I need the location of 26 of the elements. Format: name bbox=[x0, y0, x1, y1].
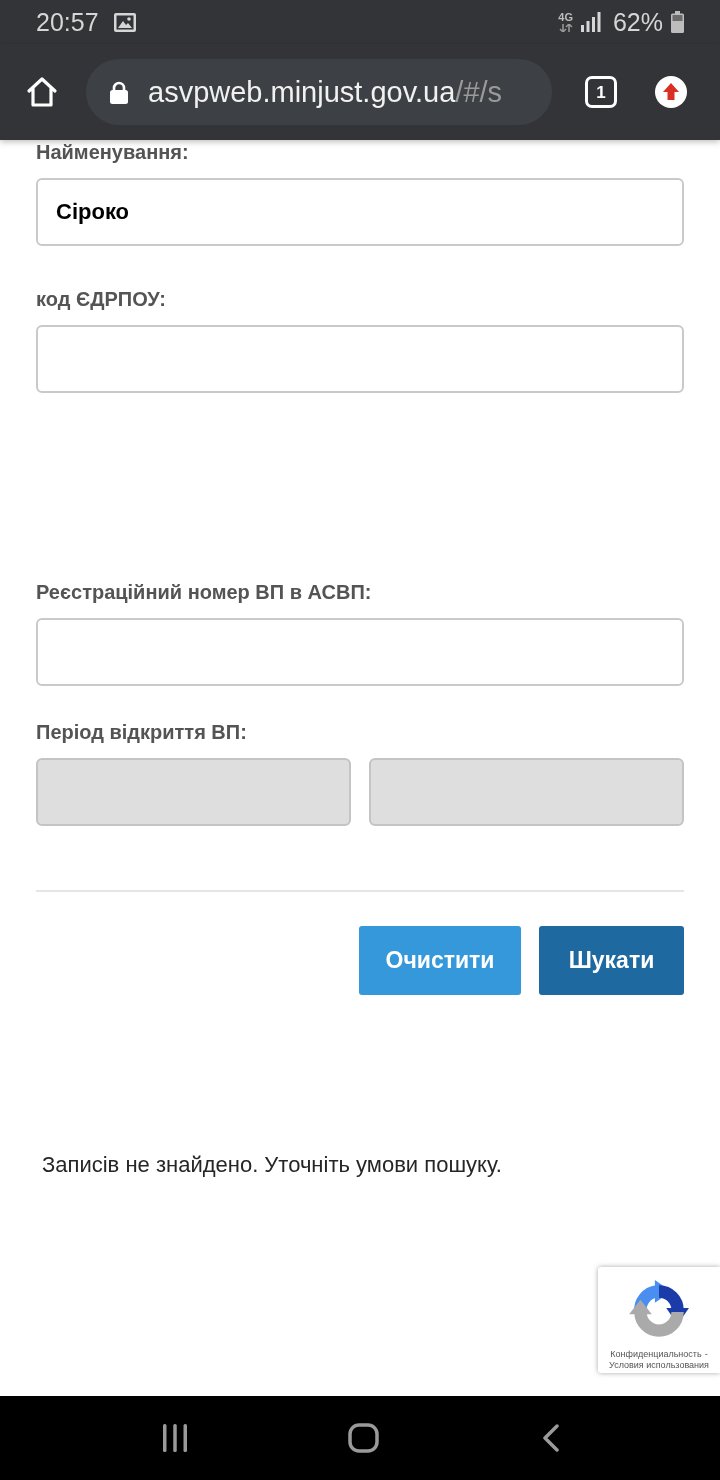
field-label: Реєстраційний номер ВП в АСВП: bbox=[36, 580, 373, 604]
field-label: Найменування: bbox=[36, 140, 190, 164]
field-label: код ЄДРПОУ: bbox=[36, 287, 167, 311]
lock-icon bbox=[110, 80, 128, 104]
battery-percent: 62% bbox=[612, 7, 663, 37]
text-field[interactable]: Сіроко bbox=[36, 178, 684, 246]
picture-icon bbox=[113, 12, 136, 32]
signal-icon bbox=[580, 12, 601, 32]
separator-text: - bbox=[704, 1349, 708, 1360]
clock-time: 20:57 bbox=[36, 7, 99, 37]
privacy-link[interactable]: Конфиденциальность bbox=[610, 1349, 702, 1360]
tab-switcher-button[interactable]: 1 bbox=[585, 76, 617, 108]
text-field[interactable] bbox=[36, 618, 684, 686]
battery-icon bbox=[671, 11, 684, 33]
no-results-message: Записів не знайдено. Уточніть умови пошуку. bbox=[42, 1151, 503, 1179]
data-arrows-icon bbox=[558, 24, 573, 32]
field-label: Період відкриття ВП: bbox=[36, 720, 248, 744]
url-text: asvpweb.minjust.gov.ua/#/s bbox=[148, 75, 503, 109]
network-type: 4G bbox=[558, 12, 573, 23]
search-button[interactable]: Шукати bbox=[539, 926, 684, 995]
back-icon[interactable] bbox=[542, 1424, 560, 1452]
terms-link[interactable]: Условия использования bbox=[609, 1360, 709, 1371]
text-field[interactable] bbox=[36, 325, 684, 393]
home-icon[interactable] bbox=[347, 1423, 379, 1453]
address-bar[interactable]: asvpweb.minjust.gov.ua/#/s bbox=[86, 59, 552, 125]
recents-icon[interactable] bbox=[162, 1424, 188, 1452]
